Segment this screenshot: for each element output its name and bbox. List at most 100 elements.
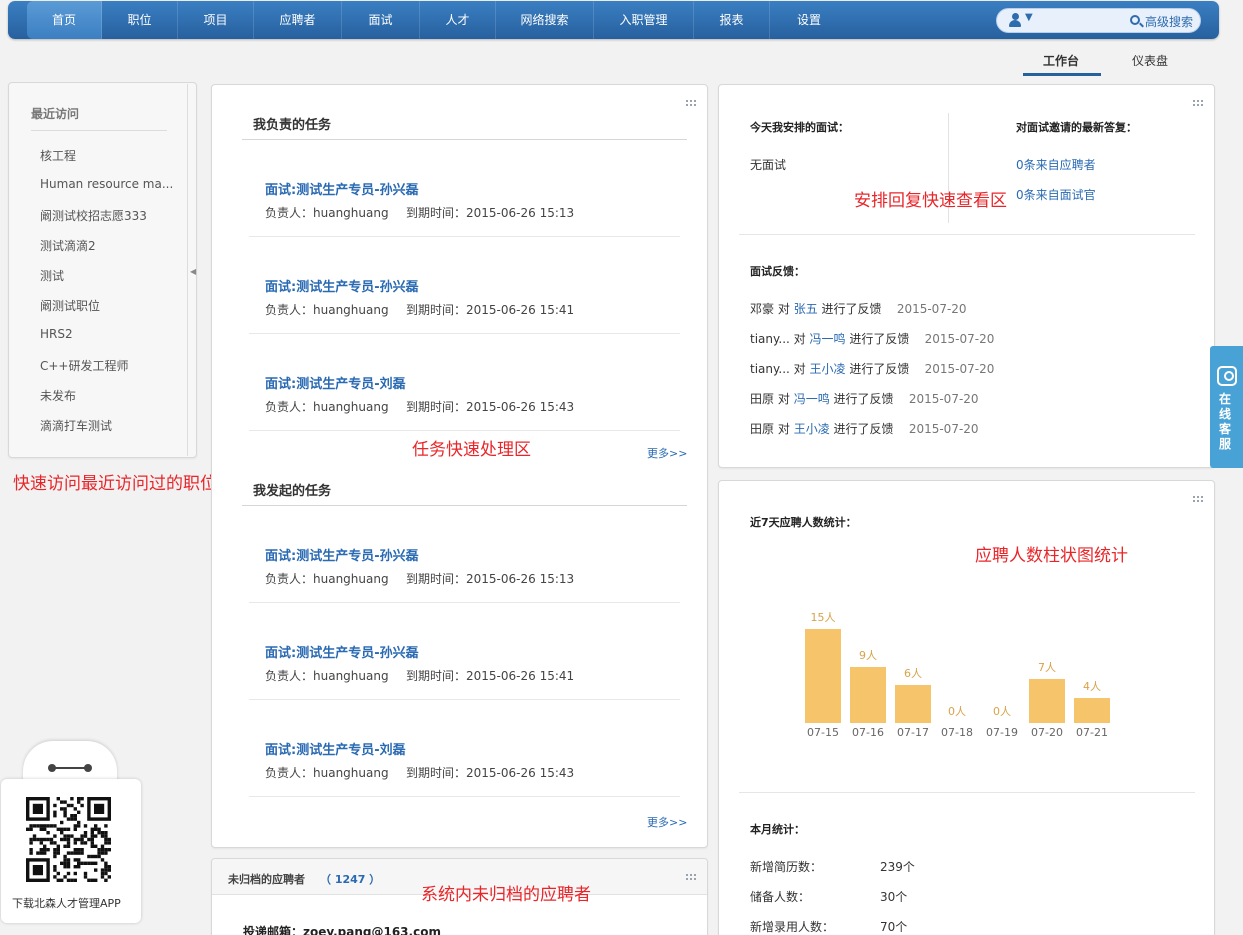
recent-item[interactable]: HRS2 (40, 327, 73, 341)
task-title-link[interactable]: 面试:测试生产专员-孙兴磊 (265, 179, 419, 198)
user-icon[interactable] (1009, 13, 1021, 28)
task-due: 到期时间：2015-06-26 15:43 (406, 766, 575, 780)
headset-icon (1217, 366, 1237, 386)
tab-workbench[interactable]: 工作台 (1043, 52, 1079, 69)
task-title-link[interactable]: 面试:测试生产专员-刘磊 (265, 739, 406, 758)
feedback-row: tiany... 对 冯一鸣 进行了反馈 2015-07-20 (750, 332, 995, 346)
replies-candidates-link[interactable]: 0条来自应聘者 (1016, 156, 1096, 173)
initiated-tasks-more-link[interactable]: 更多>> (647, 814, 687, 830)
online-service-label: 在线客服 (1219, 392, 1232, 451)
divider (242, 139, 687, 140)
recent-item[interactable]: 未发布 (40, 387, 76, 404)
drag-handle-icon[interactable] (1193, 100, 1205, 108)
recent-item[interactable]: 滴滴打车测试 (40, 417, 112, 434)
bar-data-label: 6人 (904, 667, 922, 680)
x-tick-label: 07-15 (807, 726, 839, 739)
tab-dashboard[interactable]: 仪表盘 (1132, 52, 1168, 69)
nav-settings[interactable]: 设置 (770, 1, 848, 39)
x-tick-label: 07-18 (941, 726, 973, 739)
task-due: 到期时间：2015-06-26 15:43 (406, 400, 575, 414)
recent-item[interactable]: 阚测试校招志愿333 (40, 207, 147, 224)
drag-handle-icon[interactable] (686, 100, 698, 108)
x-tick-label: 07-17 (897, 726, 929, 739)
nav-web-search[interactable]: 网络搜索 (496, 1, 594, 39)
unfiled-title: 未归档的应聘者 (228, 873, 305, 886)
task-meta: 负责人：huanghuang (265, 206, 389, 220)
bar-data-label: 4人 (1083, 680, 1101, 693)
search-box[interactable]: ▼ 高级搜索 (996, 8, 1201, 33)
task-meta: 负责人：huanghuang (265, 303, 389, 317)
replies-interviewers-link[interactable]: 0条来自面试官 (1016, 186, 1096, 203)
drag-handle-icon[interactable] (1193, 496, 1205, 504)
task-title-link[interactable]: 面试:测试生产专员-孙兴磊 (265, 545, 419, 564)
chevron-down-icon[interactable]: ▼ (1025, 12, 1033, 23)
annotation-tasks: 任务快速处理区 (412, 440, 531, 460)
search-icon[interactable] (1130, 15, 1140, 25)
collapse-handle-icon[interactable]: ◀ (190, 267, 196, 276)
chart-bar (805, 629, 841, 723)
divider (242, 505, 687, 506)
nav-home[interactable]: 首页 (27, 1, 102, 39)
nav-positions[interactable]: 职位 (102, 1, 178, 39)
candidate-link[interactable]: 冯一鸣 (794, 392, 830, 406)
app-download-label[interactable]: 下载北森人才管理APP (12, 895, 121, 911)
recent-item[interactable]: 核工程 (40, 147, 76, 164)
month-stat-label: 储备人数： (750, 890, 811, 904)
chart-bar (850, 667, 886, 723)
task-due: 到期时间：2015-06-26 15:13 (406, 572, 575, 586)
annotation-chart: 应聘人数柱状图统计 (975, 546, 1128, 566)
recent-item[interactable]: C++研发工程师 (40, 357, 129, 374)
divider (249, 333, 680, 334)
bar-data-label: 9人 (859, 649, 877, 662)
unfiled-count[interactable]: （ 1247 ） (320, 871, 380, 887)
top-nav: 首页 职位 项目 应聘者 面试 人才 网络搜索 入职管理 报表 设置 ▼ 高级搜… (8, 1, 1219, 39)
nav-talent[interactable]: 人才 (420, 1, 496, 39)
chart-title: 近7天应聘人数统计： (750, 516, 857, 529)
divider (249, 699, 680, 700)
annotation-unfiled: 系统内未归档的应聘者 (421, 885, 591, 905)
recent-visits-panel: 最近访问 核工程 Human resource ma... 阚测试校招志愿333… (8, 82, 197, 458)
bar-data-label: 7人 (1038, 661, 1056, 674)
task-meta: 负责人：huanghuang (265, 400, 389, 414)
my-tasks-more-link[interactable]: 更多>> (647, 445, 687, 461)
x-tick-label: 07-16 (852, 726, 884, 739)
task-title-link[interactable]: 面试:测试生产专员-刘磊 (265, 373, 406, 392)
task-due: 到期时间：2015-06-26 15:41 (406, 669, 575, 683)
annotation-interviews: 安排回复快速查看区 (854, 191, 1007, 211)
nav-onboarding[interactable]: 入职管理 (594, 1, 694, 39)
feedback-row: tiany... 对 王小凌 进行了反馈 2015-07-20 (750, 362, 995, 376)
divider (249, 602, 680, 603)
candidate-link[interactable]: 张五 (794, 302, 818, 316)
nav-interviews[interactable]: 面试 (342, 1, 420, 39)
candidate-link[interactable]: 王小凌 (794, 422, 830, 436)
recent-item[interactable]: 测试滴滴2 (40, 237, 96, 254)
task-due: 到期时间：2015-06-26 15:13 (406, 206, 575, 220)
replies-title: 对面试邀请的最新答复： (1016, 121, 1137, 134)
candidate-link[interactable]: 王小凌 (810, 362, 846, 376)
divider (31, 130, 167, 131)
online-service-tab[interactable]: 在线客服 (1210, 346, 1243, 468)
chart-bar (1029, 679, 1065, 723)
divider (249, 236, 680, 237)
recent-item[interactable]: Human resource ma... (40, 177, 173, 191)
drag-handle-icon[interactable] (686, 874, 698, 882)
month-stat-label: 新增录用人数： (750, 920, 835, 934)
nav-candidates[interactable]: 应聘者 (254, 1, 342, 39)
divider (739, 792, 1195, 793)
advanced-search-link[interactable]: 高级搜索 (1145, 13, 1193, 30)
bar-data-label: 15人 (810, 611, 836, 624)
recent-item[interactable]: 阚测试职位 (40, 297, 100, 314)
bar-data-label: 0人 (993, 705, 1011, 718)
candidate-link[interactable]: 冯一鸣 (810, 332, 846, 346)
task-meta: 负责人：huanghuang (265, 572, 389, 586)
month-stat-label: 新增简历数： (750, 860, 823, 874)
nav-reports[interactable]: 报表 (694, 1, 770, 39)
month-stat-value: 30个 (880, 890, 908, 904)
nav-projects[interactable]: 项目 (178, 1, 254, 39)
task-due: 到期时间：2015-06-26 15:41 (406, 303, 575, 317)
feedback-row: 田原 对 冯一鸣 进行了反馈 2015-07-20 (750, 392, 979, 406)
task-title-link[interactable]: 面试:测试生产专员-孙兴磊 (265, 642, 419, 661)
annotation-sidebar: 快速访问最近访问过的职位 (13, 474, 217, 494)
task-title-link[interactable]: 面试:测试生产专员-孙兴磊 (265, 276, 419, 295)
recent-item[interactable]: 测试 (40, 267, 64, 284)
